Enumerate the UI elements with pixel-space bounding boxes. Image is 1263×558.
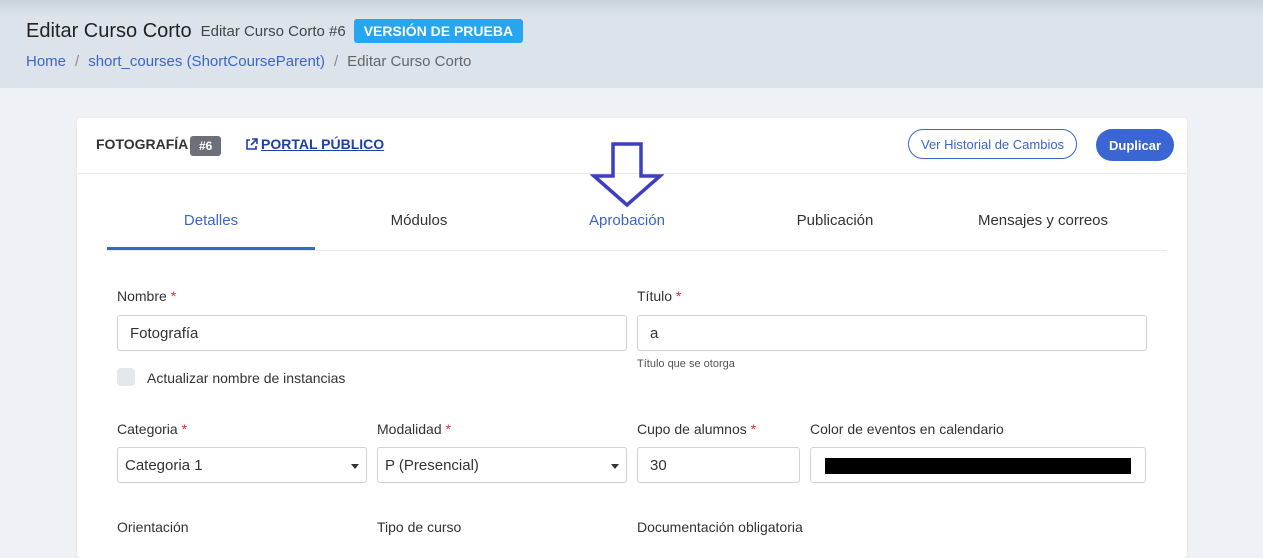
orientacion-label: Orientación: [117, 519, 189, 535]
course-id-badge: #6: [190, 136, 222, 156]
modalidad-value: P (Presencial): [385, 457, 479, 474]
breadcrumb-separator: /: [333, 53, 339, 70]
modalidad-select[interactable]: P (Presencial): [377, 447, 627, 483]
cupo-input[interactable]: 30: [637, 447, 800, 483]
breadcrumb-current: Editar Curso Corto: [347, 53, 472, 70]
breadcrumb: Home / short_courses (ShortCourseParent)…: [26, 53, 471, 70]
external-link-icon: [246, 137, 258, 150]
chevron-down-icon: [611, 464, 619, 469]
color-label: Color de eventos en calendario: [810, 421, 1004, 437]
tab-mensajes[interactable]: Mensajes y correos: [939, 198, 1147, 247]
actualizar-checkbox[interactable]: [117, 368, 135, 386]
change-history-button[interactable]: Ver Historial de Cambios: [908, 129, 1078, 159]
titulo-label: Título *: [637, 288, 682, 304]
cupo-label: Cupo de alumnos *: [637, 421, 757, 437]
breadcrumb-home[interactable]: Home: [26, 53, 66, 70]
tipo-label: Tipo de curso: [377, 519, 462, 535]
trial-version-badge: VERSIÓN DE PRUEBA: [353, 19, 524, 43]
tab-modulos[interactable]: Módulos: [315, 198, 523, 247]
page-subtitle: Editar Curso Corto #6: [200, 22, 346, 40]
course-edit-card: FOTOGRAFÍA #6 PORTAL PÚBLICO Ver Histori…: [77, 118, 1187, 558]
public-portal-label: PORTAL PÚBLICO: [261, 136, 385, 152]
color-picker[interactable]: [810, 447, 1146, 483]
tab-publicacion[interactable]: Publicación: [731, 198, 939, 247]
breadcrumb-short-courses[interactable]: short_courses (ShortCourseParent): [88, 53, 325, 70]
titulo-input[interactable]: a: [637, 315, 1147, 351]
nombre-label: Nombre *: [117, 288, 177, 304]
modalidad-label: Modalidad *: [377, 421, 451, 437]
course-name: FOTOGRAFÍA: [96, 136, 189, 152]
arrow-down-icon: [590, 142, 664, 208]
color-swatch: [825, 458, 1131, 474]
public-portal-link[interactable]: PORTAL PÚBLICO: [245, 136, 384, 152]
chevron-down-icon: [351, 464, 359, 469]
breadcrumb-separator: /: [75, 53, 80, 70]
titulo-hint: Título que se otorga: [637, 358, 735, 370]
categoria-label: Categoria *: [117, 421, 188, 437]
duplicate-button[interactable]: Duplicar: [1096, 129, 1175, 161]
page-header: Editar Curso Corto Editar Curso Corto #6…: [0, 0, 1263, 88]
documentacion-label: Documentación obligatoria: [637, 519, 803, 535]
tab-detalles[interactable]: Detalles: [107, 198, 315, 250]
nombre-input[interactable]: Fotografía: [117, 315, 627, 351]
categoria-select[interactable]: Categoria 1: [117, 447, 367, 483]
categoria-value: Categoria 1: [125, 457, 203, 474]
page-title: Editar Curso Corto: [26, 19, 192, 42]
actualizar-label: Actualizar nombre de instancias: [147, 370, 346, 386]
title-row: Editar Curso Corto Editar Curso Corto #6…: [26, 19, 524, 43]
